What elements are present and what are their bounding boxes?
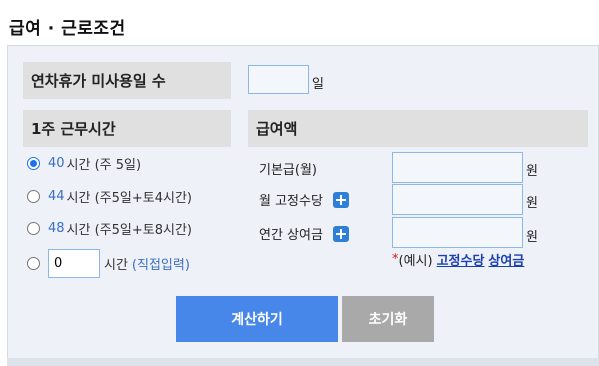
hours-option-number: 44 [48, 188, 65, 204]
example-links: * (예시) 고정수당 상여금 [392, 250, 524, 269]
pay-label: 급여액 [256, 120, 298, 138]
add-annual-bonus-icon[interactable] [332, 225, 349, 242]
work-hours-label: 1주 근무시간 [31, 120, 116, 138]
radio-44-hours[interactable] [27, 189, 40, 203]
panel-bottom-strip [7, 358, 599, 366]
example-prefix: (예시) [398, 254, 433, 269]
radio-48-hours[interactable] [27, 221, 40, 235]
unused-leave-input[interactable] [248, 65, 309, 94]
hours-option-text: 시간 (주5일+토8시간) [66, 222, 192, 238]
title-bar: 급여 · 근로조건 [0, 0, 599, 45]
fixed-allowance-label: 월 고정수당 [259, 190, 349, 209]
hours-option-text: 시간 (주 5일) [66, 157, 142, 173]
hours-option-number: 40 [48, 155, 65, 171]
hours-option-text: 시간 (주5일+토4시간) [66, 190, 192, 206]
reset-button[interactable]: 초기화 [342, 296, 434, 342]
unused-leave-header: 연차휴가 미사용일 수 [23, 62, 231, 99]
unused-leave-unit: 일 [312, 77, 324, 92]
fixed-allowance-input[interactable] [392, 184, 523, 215]
radio-40-hours[interactable] [27, 156, 40, 170]
custom-hours-link[interactable]: (직접입력) [132, 254, 190, 273]
add-fixed-allowance-icon[interactable] [332, 191, 349, 208]
work-hours-header: 1주 근무시간 [23, 110, 231, 147]
hours-option-40[interactable]: 40 시간 (주 5일) [27, 153, 141, 173]
calculate-button[interactable]: 계산하기 [176, 296, 338, 342]
annual-bonus-input[interactable] [392, 217, 523, 248]
base-pay-unit: 원 [526, 164, 538, 179]
custom-hours-unit: 시간 [104, 258, 128, 273]
hours-option-48[interactable]: 48 시간 (주5일+토8시간) [27, 218, 192, 238]
custom-hours-input[interactable] [48, 249, 100, 278]
hours-option-number: 48 [48, 220, 65, 236]
annual-bonus-label: 연간 상여금 [259, 224, 349, 243]
fixed-allowance-example-link[interactable]: 고정수당 [437, 250, 485, 269]
hours-option-custom[interactable]: 시간 (직접입력) [27, 248, 190, 279]
bonus-example-link[interactable]: 상여금 [488, 250, 524, 269]
annual-bonus-text: 연간 상여금 [259, 228, 323, 243]
base-pay-label: 기본급(월) [259, 159, 317, 178]
page-title: 급여 · 근로조건 [9, 19, 126, 39]
radio-custom-hours[interactable] [27, 257, 40, 270]
fixed-allowance-text: 월 고정수당 [259, 194, 323, 209]
hours-option-44[interactable]: 44 시간 (주5일+토4시간) [27, 186, 192, 206]
pay-header: 급여액 [248, 110, 588, 147]
annual-bonus-unit: 원 [526, 230, 538, 245]
base-pay-text: 기본급(월) [259, 163, 317, 178]
base-pay-input[interactable] [392, 152, 523, 183]
unused-leave-label: 연차휴가 미사용일 수 [31, 72, 166, 90]
fixed-allowance-unit: 원 [526, 196, 538, 211]
